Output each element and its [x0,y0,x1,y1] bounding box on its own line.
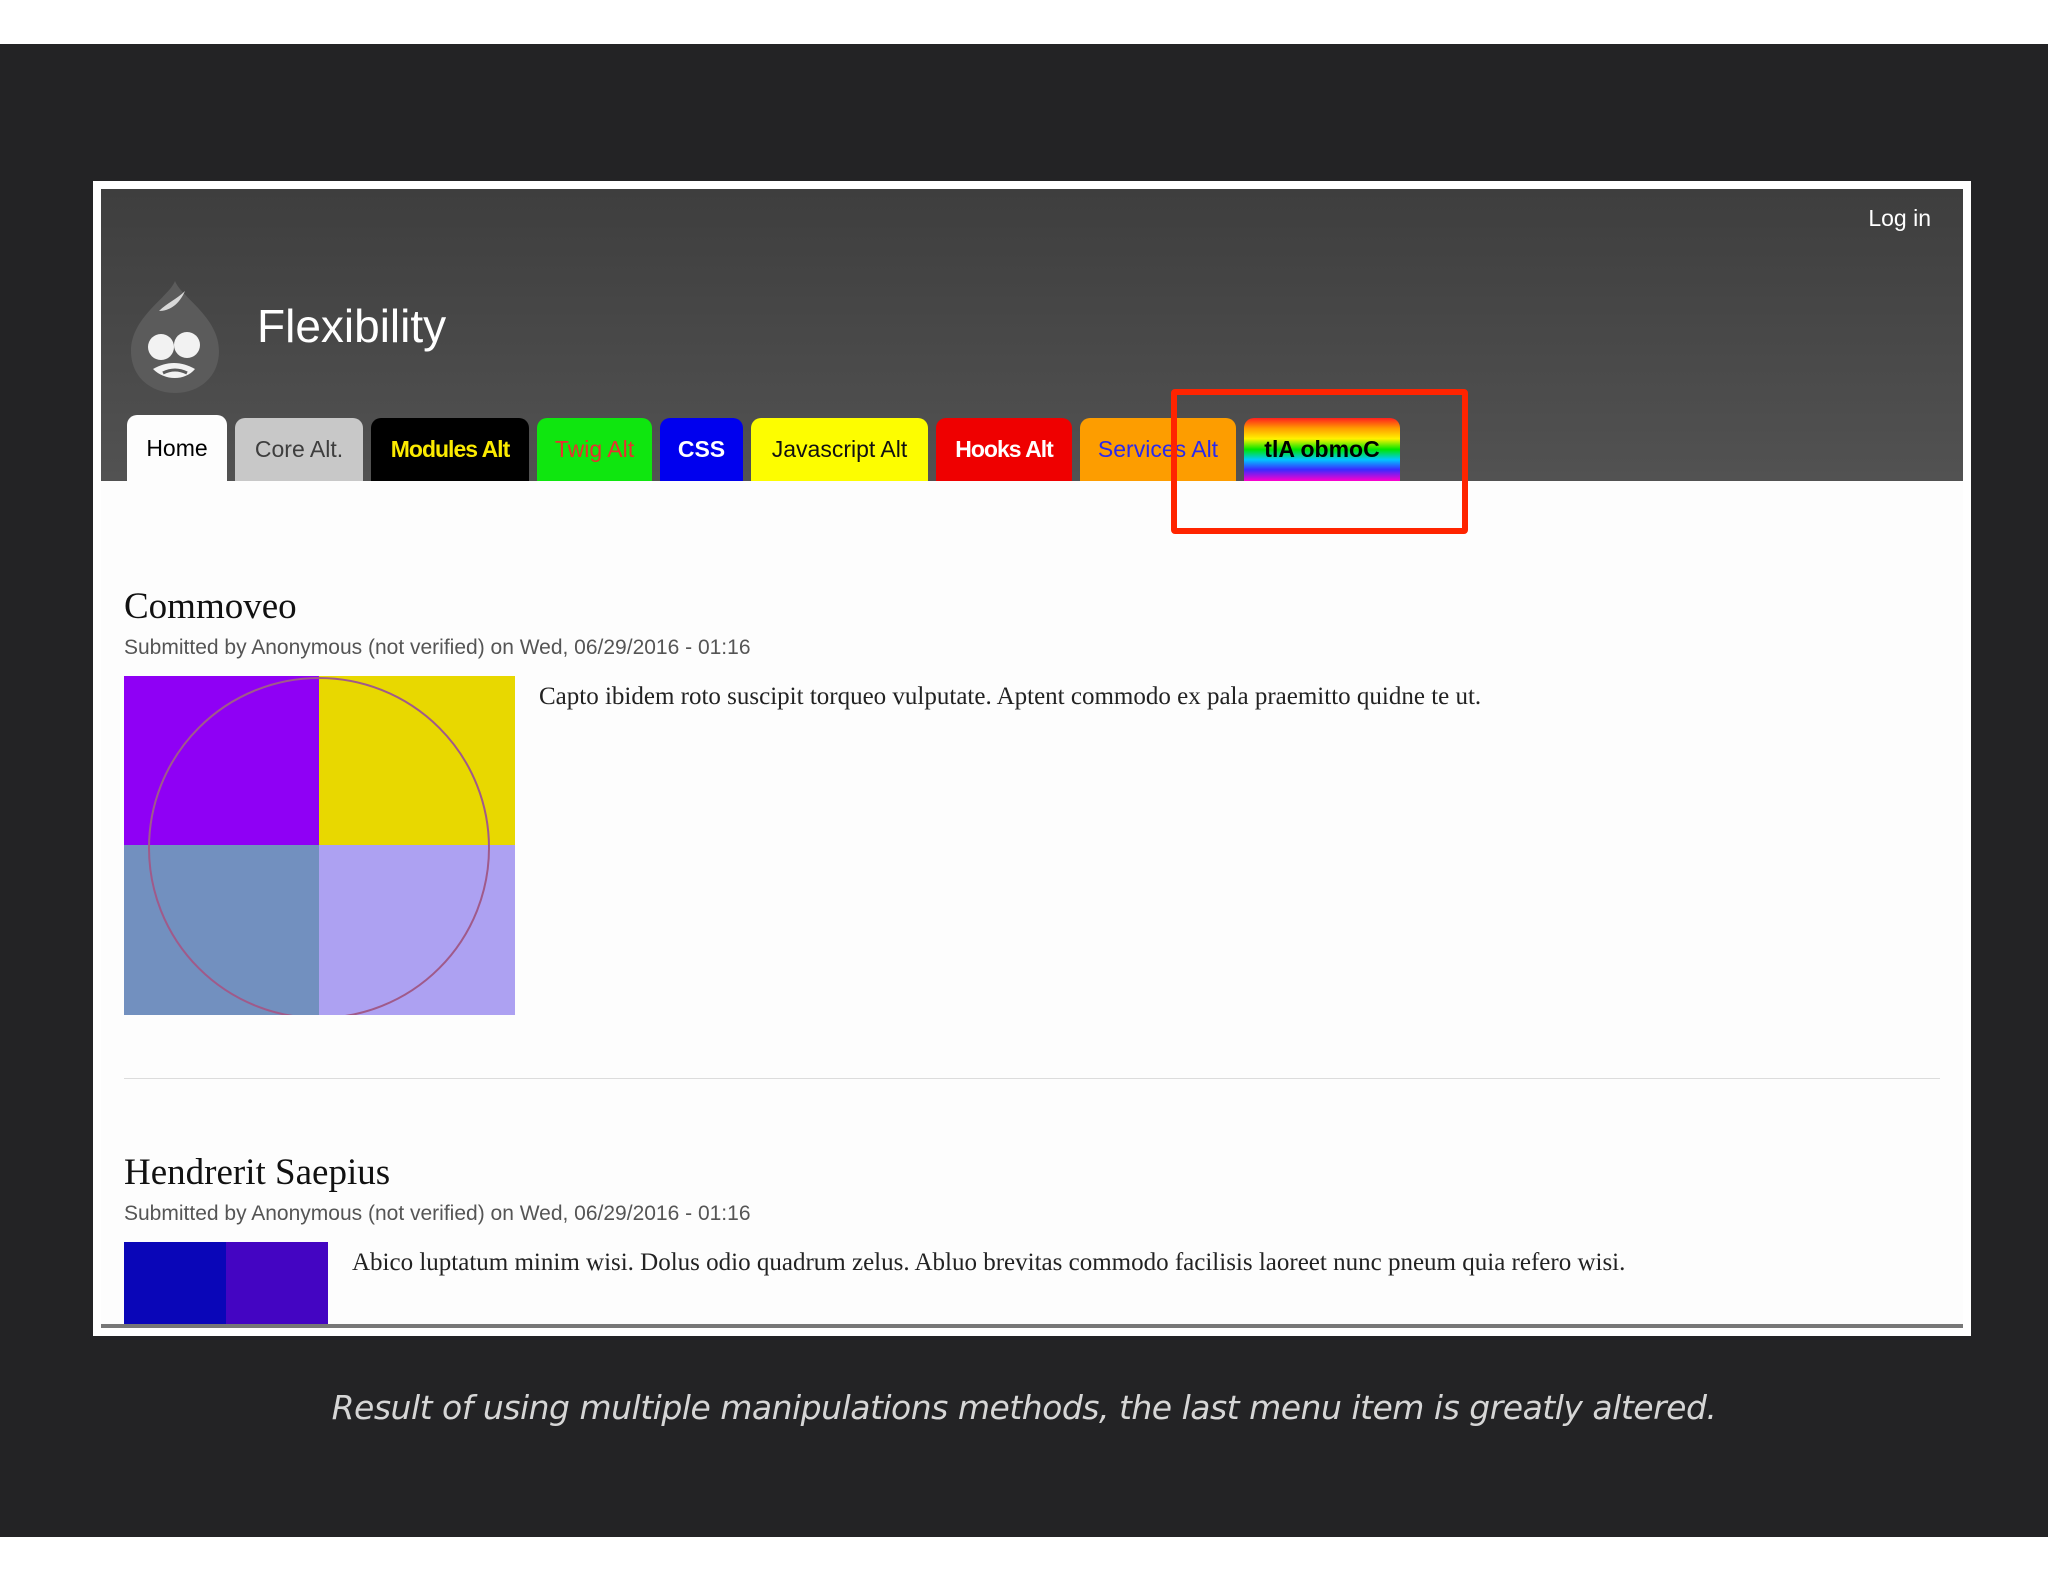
tab-twig-alt[interactable]: Twig Alt [537,418,652,481]
image-quadrant-right [226,1242,328,1324]
article-meta: Submitted by Anonymous (not verified) on… [124,1202,751,1225]
article-body: Capto ibidem roto suscipit torqueo vulpu… [539,683,1482,710]
article-commoveo: Commoveo Submitted by Anonymous (not ver… [124,585,751,660]
site-name[interactable]: Flexibility [257,299,446,353]
article-image[interactable] [124,1242,328,1324]
tab-javascript-alt[interactable]: Javascript Alt [751,418,928,481]
image-quadrant-tr [319,676,515,845]
viewport-bottom-edge [101,1324,1963,1328]
article-divider [124,1078,1940,1079]
article-body: Abico luptatum minim wisi. Dolus odio qu… [352,1249,1626,1276]
browser-viewport: Log in Flexibility Home Core Alt. Module… [101,189,1963,1328]
article-meta: Submitted by Anonymous (not verified) on… [124,636,751,659]
article-hendrerit-saepius: Hendrerit Saepius Submitted by Anonymous… [124,1151,751,1226]
tab-css[interactable]: CSS [660,418,743,481]
image-quadrant-left [124,1242,226,1324]
site-header: Log in Flexibility Home Core Alt. Module… [101,189,1963,481]
main-menu: Home Core Alt. Modules Alt Twig Alt CSS … [127,415,1408,481]
tab-hooks-alt[interactable]: Hooks Alt [936,418,1072,481]
article-title[interactable]: Hendrerit Saepius [124,1151,751,1194]
drupal-drop-icon[interactable] [123,277,227,395]
image-quadrant-br [319,845,515,1015]
tab-core-alt[interactable]: Core Alt. [235,418,363,481]
tab-home[interactable]: Home [127,415,227,481]
login-link[interactable]: Log in [1868,205,1931,232]
image-quadrant-tl [124,676,319,845]
tab-combo-alt[interactable]: tlA obmoC [1244,418,1400,481]
tab-modules-alt[interactable]: Modules Alt [371,418,529,481]
image-quadrant-bl [124,845,319,1015]
tab-services-alt[interactable]: Services Alt [1080,418,1236,481]
slide-caption: Result of using multiple manipulations m… [331,1388,1717,1427]
article-image[interactable] [124,676,515,1015]
article-title[interactable]: Commoveo [124,585,751,628]
